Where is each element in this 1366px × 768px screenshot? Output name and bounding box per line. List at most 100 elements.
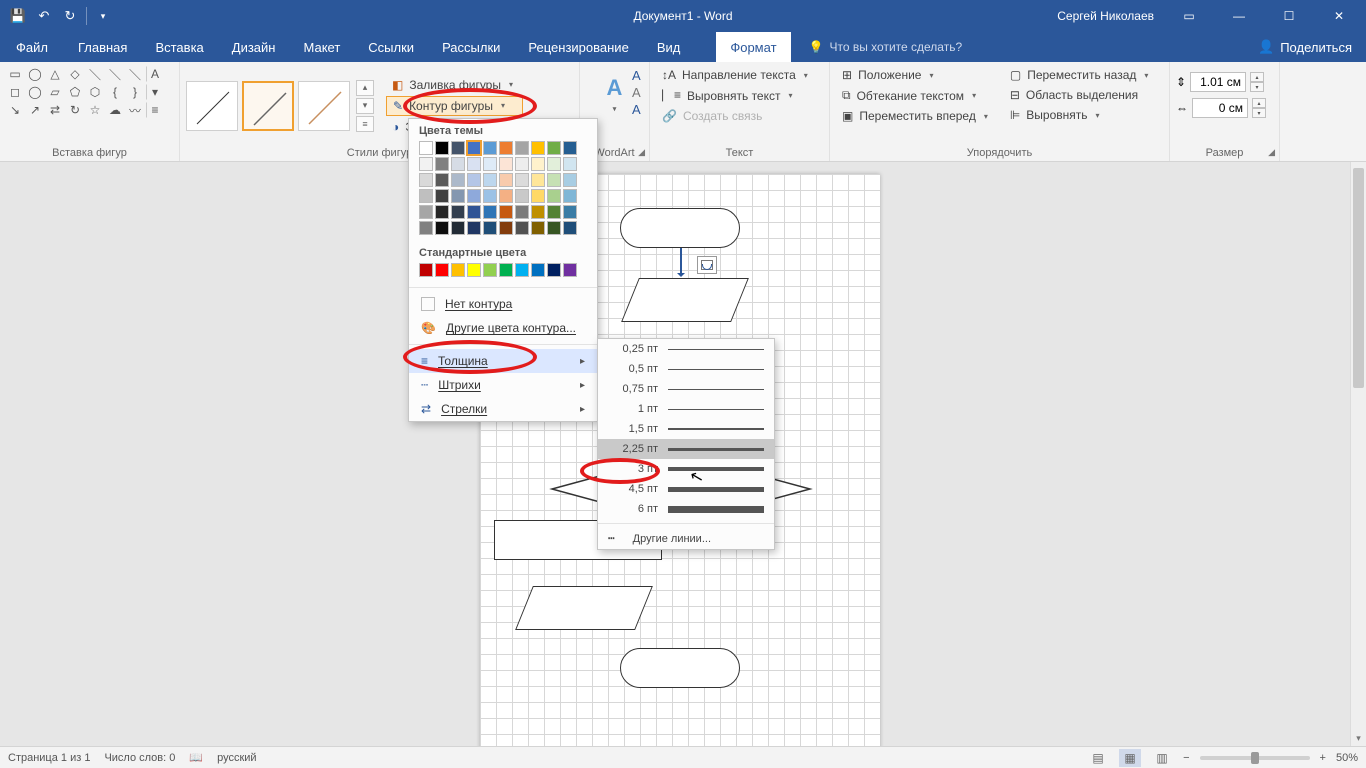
share-button[interactable]: 👤 Поделиться [1258, 32, 1366, 62]
color-swatch[interactable] [419, 141, 433, 155]
width-value[interactable]: 0 см [1192, 98, 1248, 118]
tab-file[interactable]: Файл [0, 32, 64, 62]
color-swatch[interactable] [467, 189, 481, 203]
tab-mailings[interactable]: Рассылки [428, 32, 514, 62]
color-swatch[interactable] [531, 221, 545, 235]
thickness-option[interactable]: 0,25 пт [598, 339, 774, 359]
style-preset-3[interactable] [298, 81, 350, 131]
color-swatch[interactable] [419, 173, 433, 187]
shape-width-field[interactable]: ⇔ 0 см ▴▾ [1176, 98, 1266, 118]
thickness-option[interactable]: 6 пт [598, 499, 774, 519]
thickness-option[interactable]: 1,5 пт [598, 419, 774, 439]
color-swatch[interactable] [451, 157, 465, 171]
thickness-option[interactable]: 3 пт [598, 459, 774, 479]
tell-me-search[interactable]: 💡 Что вы хотите сделать? [809, 32, 963, 62]
color-swatch[interactable] [483, 205, 497, 219]
color-swatch[interactable] [419, 205, 433, 219]
scrollbar-thumb[interactable] [1353, 168, 1364, 388]
save-icon[interactable]: 💾 [6, 4, 30, 28]
color-swatch[interactable] [563, 221, 577, 235]
color-swatch[interactable] [499, 189, 513, 203]
color-swatch[interactable] [515, 173, 529, 187]
color-swatch[interactable] [419, 263, 433, 277]
scroll-down-icon[interactable]: ▾ [1351, 730, 1366, 746]
color-swatch[interactable] [531, 141, 545, 155]
color-swatch[interactable] [515, 263, 529, 277]
text-direction-dropdown[interactable]: ↕AНаправление текста▾ [656, 66, 814, 84]
color-swatch[interactable] [483, 157, 497, 171]
align-text-dropdown[interactable]: ⎸≡Выровнять текст▾ [656, 86, 814, 105]
theme-shades-grid[interactable] [409, 155, 597, 241]
shape-height-field[interactable]: ⇕ 1.01 см ▴▾ [1176, 72, 1264, 92]
web-layout-icon[interactable]: ▥ [1151, 749, 1173, 767]
zoom-slider[interactable] [1200, 756, 1310, 760]
color-swatch[interactable] [419, 189, 433, 203]
zoom-out-button[interactable]: − [1183, 752, 1189, 764]
color-swatch[interactable] [467, 173, 481, 187]
print-layout-icon[interactable]: ▦ [1119, 749, 1141, 767]
color-swatch[interactable] [531, 205, 545, 219]
dashes-submenu-item[interactable]: ┄ Штрихи ▸ [409, 373, 597, 397]
color-swatch[interactable] [451, 141, 465, 155]
dialog-launcher-icon[interactable]: ◢ [638, 147, 645, 158]
height-value[interactable]: 1.01 см [1190, 72, 1246, 92]
color-swatch[interactable] [499, 205, 513, 219]
zoom-level[interactable]: 50% [1336, 752, 1358, 764]
thickness-option[interactable]: 1 пт [598, 399, 774, 419]
layout-options-icon[interactable] [697, 256, 717, 274]
color-swatch[interactable] [467, 221, 481, 235]
standard-colors-row[interactable] [409, 263, 597, 283]
redo-icon[interactable]: ↻ [58, 4, 82, 28]
color-swatch[interactable] [547, 205, 561, 219]
color-swatch[interactable] [515, 141, 529, 155]
color-swatch[interactable] [563, 141, 577, 155]
color-swatch[interactable] [467, 157, 481, 171]
color-swatch[interactable] [483, 173, 497, 187]
wordart-quick-styles[interactable]: A▾ [592, 66, 638, 122]
thickness-option[interactable]: 0,5 пт [598, 359, 774, 379]
tab-design[interactable]: Дизайн [218, 32, 290, 62]
more-lines-item[interactable]: ┅Другие линии... [598, 528, 774, 549]
read-mode-icon[interactable]: ▤ [1087, 749, 1109, 767]
user-name[interactable]: Сергей Николаев [1057, 9, 1154, 23]
color-swatch[interactable] [547, 173, 561, 187]
color-swatch[interactable] [435, 221, 449, 235]
color-swatch[interactable] [467, 205, 481, 219]
tab-layout[interactable]: Макет [289, 32, 354, 62]
thickness-option[interactable]: 4,5 пт [598, 479, 774, 499]
shape-terminator-start[interactable] [620, 208, 740, 248]
thickness-submenu-item[interactable]: ≡ Толщина ▸ [409, 349, 597, 373]
color-swatch[interactable] [499, 141, 513, 155]
color-swatch[interactable] [483, 141, 497, 155]
thickness-option[interactable]: 0,75 пт [598, 379, 774, 399]
connector-arrow[interactable] [680, 248, 682, 276]
status-spellcheck-icon[interactable]: 📖 [189, 751, 203, 764]
status-page[interactable]: Страница 1 из 1 [8, 752, 90, 764]
color-swatch[interactable] [467, 141, 481, 155]
color-swatch[interactable] [435, 173, 449, 187]
color-swatch[interactable] [563, 173, 577, 187]
tab-references[interactable]: Ссылки [354, 32, 428, 62]
shape-parallelogram-2[interactable] [515, 586, 653, 630]
arrows-submenu-item[interactable]: ⇄ Стрелки ▸ [409, 397, 597, 421]
color-swatch[interactable] [451, 205, 465, 219]
tab-insert[interactable]: Вставка [141, 32, 217, 62]
color-swatch[interactable] [563, 189, 577, 203]
color-swatch[interactable] [499, 173, 513, 187]
text-outline-icon[interactable]: A [632, 85, 641, 100]
color-swatch[interactable] [483, 263, 497, 277]
color-swatch[interactable] [547, 189, 561, 203]
more-outline-colors-item[interactable]: 🎨 Другие цвета контура... [409, 316, 597, 340]
color-swatch[interactable] [531, 263, 545, 277]
shape-styles-gallery[interactable] [186, 81, 350, 131]
selection-pane-button[interactable]: ⊟Область выделения [1004, 86, 1155, 104]
color-swatch[interactable] [499, 263, 513, 277]
zoom-slider-knob[interactable] [1251, 752, 1259, 764]
color-swatch[interactable] [547, 263, 561, 277]
dialog-launcher-icon[interactable]: ◢ [1268, 147, 1275, 158]
color-swatch[interactable] [451, 263, 465, 277]
color-swatch[interactable] [515, 157, 529, 171]
vertical-scrollbar[interactable]: ▴ ▾ [1350, 162, 1366, 746]
tab-format[interactable]: Формат [716, 32, 790, 62]
tab-home[interactable]: Главная [64, 32, 141, 62]
